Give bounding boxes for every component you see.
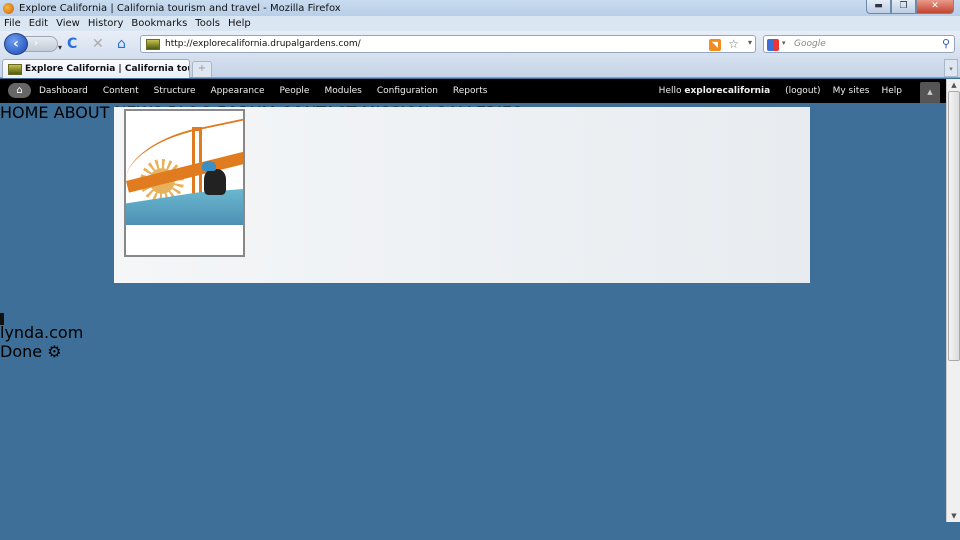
username: explorecalifornia bbox=[684, 86, 771, 96]
my-sites-link[interactable]: My sites bbox=[833, 86, 870, 96]
close-window-button[interactable]: ✕ bbox=[916, 0, 954, 14]
help-link[interactable]: Help bbox=[881, 86, 902, 96]
scrollbar-thumb[interactable] bbox=[948, 91, 960, 361]
url-bar[interactable]: http://explorecalifornia.drupalgardens.c… bbox=[140, 35, 756, 53]
minimize-button[interactable]: ▬ bbox=[866, 0, 891, 14]
addon-icon: ⚙ bbox=[47, 342, 62, 361]
admin-toolbar: ⌂ Dashboard Content Structure Appearance… bbox=[0, 79, 946, 103]
tab-label: Explore California | California tourism.… bbox=[25, 64, 189, 74]
window-title: Explore California | California tourism … bbox=[19, 2, 341, 14]
tab-explore-california[interactable]: Explore California | California tourism.… bbox=[2, 59, 190, 78]
admin-home-button[interactable]: ⌂ bbox=[8, 83, 31, 98]
list-all-tabs-icon[interactable]: ▾ bbox=[944, 59, 958, 77]
back-icon: ‹ bbox=[13, 36, 19, 52]
site-page: EXPLORE CALIFORNIA HOME ABOUT NEWS BLOG … bbox=[0, 103, 946, 313]
page-scrollbar[interactable]: ▲ ▼ bbox=[946, 79, 960, 522]
search-input[interactable]: ▾ Google ⚲ bbox=[763, 35, 955, 53]
history-dropdown-icon[interactable]: ▾ bbox=[58, 40, 62, 56]
site-nav-about[interactable]: ABOUT bbox=[54, 103, 110, 122]
search-placeholder: Google bbox=[794, 39, 826, 49]
menu-file[interactable]: File bbox=[4, 18, 21, 29]
toolbar-people[interactable]: People bbox=[280, 86, 310, 96]
back-button[interactable]: ‹ bbox=[4, 33, 28, 55]
forward-icon: › bbox=[34, 38, 38, 49]
tab-favicon-icon bbox=[8, 64, 22, 75]
site-favicon-icon bbox=[146, 39, 160, 50]
status-bar: Done ⚙ bbox=[0, 342, 960, 361]
toolbar-modules[interactable]: Modules bbox=[324, 86, 361, 96]
scroll-down-icon[interactable]: ▼ bbox=[947, 510, 960, 522]
toolbar-dashboard[interactable]: Dashboard bbox=[39, 86, 88, 96]
lynda-watermark: lynda.com bbox=[0, 323, 84, 342]
menu-history[interactable]: History bbox=[88, 18, 124, 29]
tab-bar: Explore California | California tourism.… bbox=[0, 57, 960, 78]
site-header: EXPLORE CALIFORNIA bbox=[114, 107, 810, 283]
new-tab-button[interactable]: + bbox=[192, 61, 212, 77]
home-icon: ⌂ bbox=[16, 85, 23, 96]
window-controls: ▬ ❐ ✕ bbox=[866, 0, 954, 15]
restore-button[interactable]: ❐ bbox=[891, 0, 916, 14]
toolbar-appearance[interactable]: Appearance bbox=[211, 86, 265, 96]
site-logo[interactable]: EXPLORE CALIFORNIA bbox=[124, 109, 245, 257]
chevron-up-icon: ▲ bbox=[927, 88, 933, 96]
toolbar-collapse-button[interactable]: ▲ bbox=[920, 82, 940, 103]
url-dropdown-icon[interactable]: ▾ bbox=[748, 38, 752, 47]
home-icon[interactable]: ⌂ bbox=[117, 36, 126, 52]
menu-view[interactable]: View bbox=[56, 18, 80, 29]
bookmark-star-icon[interactable]: ☆ bbox=[728, 37, 739, 51]
reload-icon[interactable]: C bbox=[67, 36, 77, 52]
toolbar-configuration[interactable]: Configuration bbox=[377, 86, 438, 96]
search-icon[interactable]: ⚲ bbox=[942, 37, 950, 50]
menu-edit[interactable]: Edit bbox=[29, 18, 48, 29]
stop-icon[interactable]: ✕ bbox=[92, 36, 104, 52]
forward-button[interactable]: › bbox=[24, 36, 58, 52]
hello-text: Hello bbox=[658, 86, 682, 96]
toolbar-structure[interactable]: Structure bbox=[154, 86, 196, 96]
toolbar-reports[interactable]: Reports bbox=[453, 86, 488, 96]
menu-bookmarks[interactable]: Bookmarks bbox=[131, 18, 187, 29]
menu-tools[interactable]: Tools bbox=[195, 18, 220, 29]
google-engine-icon[interactable] bbox=[767, 39, 779, 51]
url-text: http://explorecalifornia.drupalgardens.c… bbox=[165, 39, 361, 49]
toolbar-content[interactable]: Content bbox=[103, 86, 139, 96]
menu-help[interactable]: Help bbox=[228, 18, 251, 29]
rss-feed-icon[interactable]: ◥ bbox=[709, 39, 721, 51]
navigation-toolbar: › ‹ ▾ C ✕ ⌂ http://explorecalifornia.dru… bbox=[0, 31, 960, 57]
status-text: Done bbox=[0, 342, 43, 361]
firefox-logo-icon bbox=[3, 2, 14, 14]
logout-link[interactable]: (logout) bbox=[785, 86, 820, 96]
scroll-up-icon[interactable]: ▲ bbox=[947, 79, 960, 91]
window-titlebar: Explore California | California tourism … bbox=[0, 0, 960, 16]
logo-cyclist-helmet bbox=[202, 161, 216, 171]
site-nav-home[interactable]: HOME bbox=[0, 103, 49, 122]
engine-dropdown-icon[interactable]: ▾ bbox=[782, 39, 786, 47]
menu-bar: File Edit View History Bookmarks Tools H… bbox=[0, 16, 960, 31]
logo-cyclist bbox=[204, 169, 226, 195]
greeting: Hello explorecalifornia (logout) bbox=[647, 86, 821, 96]
